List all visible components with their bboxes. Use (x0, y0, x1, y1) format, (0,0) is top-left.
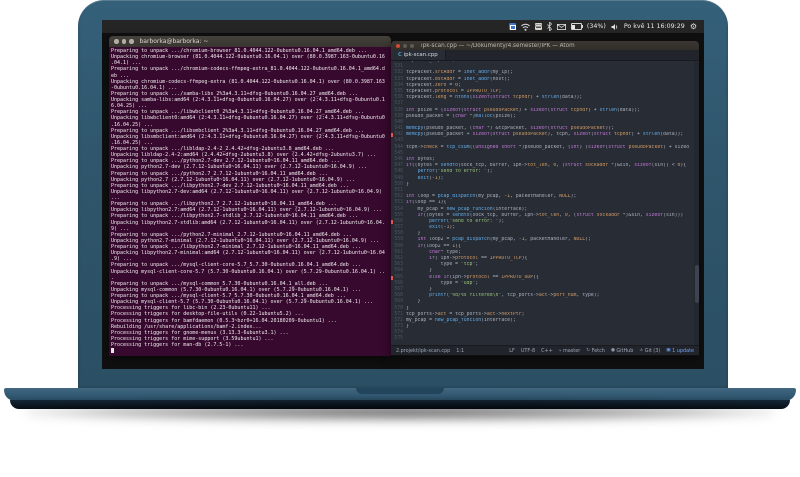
terminal-line: Preparing to unpack .../libpython2.7-std… (111, 213, 358, 220)
terminal-titlebar[interactable]: barborka@barborka: ~ (109, 36, 391, 47)
battery-percent-label: (34%) (586, 23, 606, 30)
atom-close-button[interactable] (396, 43, 400, 48)
status-item-label: UTF-8 (520, 347, 536, 354)
git-branch-icon: ⑂ (558, 348, 562, 354)
status-cursor-position[interactable]: 1:1 (456, 348, 464, 354)
system-top-bar: (34%) Po kvě 11 16:09:29 ⚙ (102, 20, 704, 33)
status-item-github[interactable]: ● GitHub (611, 348, 633, 354)
terminal-line: Unpacking python2.7 (2.7.12-1ubuntu0~16.… (111, 176, 355, 183)
laptop-base-notch (356, 388, 444, 394)
terminal-window: barborka@barborka: ~ Preparing to unpack… (109, 36, 391, 356)
clock-label[interactable]: Po kvě 11 16:09:29 (624, 20, 685, 33)
terminal-close-button[interactable] (114, 39, 119, 44)
code-line: 575 (391, 336, 699, 342)
atom-maximize-button[interactable] (410, 43, 414, 48)
battery-icon[interactable] (570, 23, 583, 30)
terminal-line: Unpacking libsmbclient:amd64 (2:4.3.11+d… (111, 133, 385, 140)
atom-status-bar: 2.projekt/ipk-scan.cpp 1:1 LF UTF-8 C++ ⑂ ma… (391, 345, 699, 355)
cpp-file-icon: C (398, 52, 402, 58)
status-item-label: Git (3) (644, 347, 661, 354)
github-icon: ● (610, 348, 615, 353)
terminal-line: Preparing to unpack .../mysql-client-cor… (111, 262, 361, 269)
laptop-shadow (26, 403, 774, 421)
atom-window: ipk-scan.cpp — ~/Dokumenty/4.semester/IP… (391, 41, 699, 356)
terminal-line: Unpacking libpython2.7-minimal:amd64 (2.… (111, 250, 385, 257)
session-gear-icon[interactable]: ⚙ (690, 20, 697, 33)
atom-minimize-button[interactable] (403, 43, 407, 48)
terminal-line: Preparing to unpack .../python2.7-minima… (111, 231, 352, 238)
editor-scrollbar[interactable] (694, 61, 699, 345)
terminal-line: Unpacking libwbclient0:amd64 (2:4.3.11+d… (111, 115, 385, 122)
laptop-screen: (34%) Po kvě 11 16:09:29 ⚙ barborka@barb… (102, 20, 704, 369)
status-item-label: GitHub (616, 347, 634, 354)
laptop-lid: (34%) Po kvě 11 16:09:29 ⚙ barborka@barb… (78, 0, 728, 390)
status-item-1-update[interactable]: ▣ 1 update (666, 348, 694, 354)
terminal-line: Unpacking samba-libs:amd64 (2:4.3.11+dfs… (111, 97, 385, 103)
package-icon: ▣ (666, 348, 671, 353)
terminal-maximize-button[interactable] (129, 39, 134, 44)
terminal-line: Unpacking python2.7-dev (2.7.12-1ubuntu0… (111, 164, 367, 171)
status-item-utf-8[interactable]: UTF-8 (521, 348, 535, 354)
terminal-line: Unpacking libpython2.7-stdlib:amd64 (2.7… (111, 219, 385, 226)
wifi-icon[interactable] (521, 23, 530, 31)
terminal-cursor (111, 348, 114, 354)
terminal-line: Unpacking mysql-client-core-5.7 (5.7.30-… (111, 268, 385, 275)
bluetooth-icon[interactable] (547, 22, 552, 31)
terminal-line: Preparing to unpack .../libpython2.7-dev… (111, 182, 349, 189)
volume-icon[interactable] (611, 23, 619, 31)
code-editor[interactable]: 530tcph->th_urp = 0;531532tcpPacket.srcA… (391, 61, 699, 345)
atom-title: ipk-scan.cpp — ~/Dokumenty/4.semester/IP… (421, 42, 575, 49)
status-item-label: master (562, 347, 581, 354)
status-item-label: LF (509, 347, 515, 354)
status-file-path[interactable]: 2.projekt/ipk-scan.cpp (396, 348, 450, 354)
terminal-output[interactable]: Preparing to unpack .../chromium-browser… (109, 47, 391, 356)
status-item-label: C++ (541, 347, 553, 354)
atom-titlebar[interactable]: ipk-scan.cpp — ~/Dokumenty/4.semester/IP… (391, 41, 699, 50)
status-item-label: 1 update (672, 347, 694, 354)
terminal-line: Unpacking chromium-codecs-ffmpeg-extra (… (111, 78, 385, 85)
tab-ipk-scan[interactable]: C ipk-scan.cpp (391, 50, 446, 60)
sync-icon: ↻ (586, 348, 591, 353)
tab-label: ipk-scan.cpp (403, 52, 438, 58)
terminal-line: Preparing to unpack .../libsmbclient_2%3… (111, 127, 364, 134)
mail-icon[interactable] (556, 23, 566, 30)
status-item-git-3-[interactable]: ± Git (3) (639, 348, 660, 354)
terminal-prompt-line (111, 348, 389, 354)
status-item-master[interactable]: ⑂ master (559, 348, 581, 354)
keyboard-layout-icon[interactable] (534, 23, 542, 30)
editor-scrollbar-thumb[interactable] (694, 265, 699, 304)
terminal-line: Unpacking chromium-browser (81.0.4044.12… (111, 54, 385, 61)
terminal-minimize-button[interactable] (121, 39, 126, 44)
status-item-lf[interactable]: LF (509, 348, 515, 354)
status-item-fetch[interactable]: ↻ Fetch (586, 348, 605, 354)
terminal-title: barborka@barborka: ~ (139, 38, 209, 45)
terminal-line: Unpacking libpython2.7-dev:amd64 (2.7.12… (111, 188, 382, 195)
terminal-line: Preparing to unpack .../chromium-codecs-… (111, 66, 385, 73)
input-method-icon[interactable] (508, 23, 517, 30)
atom-tab-bar: C ipk-scan.cpp (391, 50, 699, 61)
line-number: 575 (394, 336, 403, 342)
laptop-mockup: (34%) Po kvě 11 16:09:29 ⚙ barborka@barb… (0, 0, 800, 477)
git-diff-icon: ± (639, 348, 644, 353)
status-item-c-[interactable]: C++ (541, 348, 553, 354)
status-item-label: Fetch (591, 347, 605, 354)
